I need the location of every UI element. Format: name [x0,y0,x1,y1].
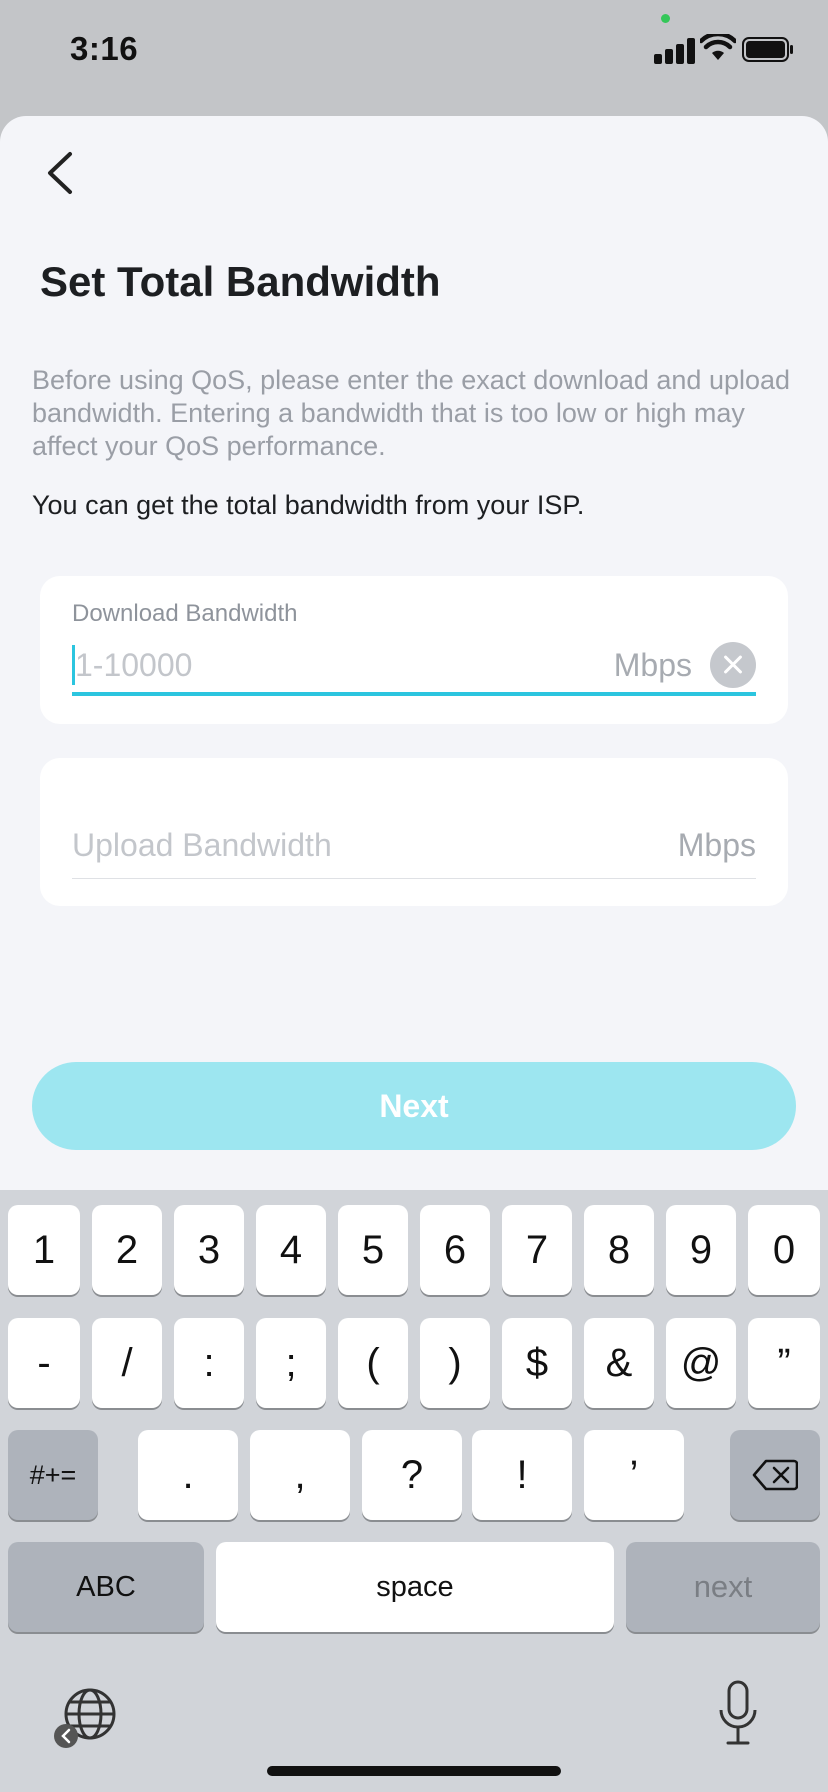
status-bar: 3:16 [0,0,828,110]
page-title: Set Total Bandwidth [40,258,441,305]
key-1[interactable]: 1 [8,1205,80,1295]
download-bandwidth-input[interactable] [75,646,604,684]
key-hyphen[interactable]: - [8,1318,80,1408]
upload-input-row: Mbps [72,818,756,872]
key-semicolon[interactable]: ; [256,1318,326,1408]
privacy-indicator-dot [661,14,670,23]
key-5[interactable]: 5 [338,1205,408,1295]
key-2[interactable]: 2 [92,1205,162,1295]
key-dollar[interactable]: $ [502,1318,572,1408]
key-apostrophe[interactable]: ’ [584,1430,684,1520]
key-next[interactable]: next [626,1542,820,1632]
key-period[interactable]: . [138,1430,238,1520]
upload-unit-label: Mbps [677,826,756,863]
home-indicator [267,1766,561,1776]
key-quote[interactable]: ” [748,1318,820,1408]
delete-key[interactable] [730,1430,820,1520]
key-slash[interactable]: / [92,1318,162,1408]
qos-description: Before using QoS, please enter the exact… [32,365,791,461]
download-unit-label: Mbps [613,646,692,683]
wifi-icon [700,34,736,60]
key-4[interactable]: 4 [256,1205,326,1295]
screen: 3:16 Set Total Bandwidth Before using Qo… [0,0,828,1792]
key-exclamation[interactable]: ! [472,1430,572,1520]
clear-input-button[interactable] [710,642,756,688]
key-open-paren[interactable]: ( [338,1318,408,1408]
key-question[interactable]: ? [362,1430,462,1520]
status-time: 3:16 [70,30,139,67]
cellular-signal-icon [654,36,706,64]
numeric-keyboard: 1 2 3 4 5 6 7 8 9 0 - / : ; ( ) $ & @ ” … [0,1190,828,1792]
key-8[interactable]: 8 [584,1205,654,1295]
download-input-row: Mbps [72,638,756,692]
key-7[interactable]: 7 [502,1205,572,1295]
microphone-icon[interactable] [718,1680,758,1750]
upload-input-underline [72,878,756,879]
key-colon[interactable]: : [174,1318,244,1408]
key-6[interactable]: 6 [420,1205,490,1295]
download-bandwidth-card: Download Bandwidth Mbps [40,576,788,724]
battery-icon [742,37,793,62]
key-abc[interactable]: ABC [8,1542,204,1632]
bandwidth-sheet: Set Total Bandwidth Before using QoS, pl… [0,116,828,1192]
key-0[interactable]: 0 [748,1205,820,1295]
upload-bandwidth-input[interactable] [72,826,668,864]
key-symbols-toggle[interactable]: #+= [8,1430,98,1520]
key-close-paren[interactable]: ) [420,1318,490,1408]
upload-bandwidth-card: Mbps [40,758,788,906]
isp-note: You can get the total bandwidth from you… [32,490,585,520]
key-at[interactable]: @ [666,1318,736,1408]
back-button[interactable] [40,146,84,200]
download-input-underline [72,692,756,696]
download-bandwidth-label: Download Bandwidth [72,600,298,627]
key-comma[interactable]: , [250,1430,350,1520]
delete-icon [752,1459,798,1491]
key-space[interactable]: space [216,1542,614,1632]
key-9[interactable]: 9 [666,1205,736,1295]
next-button[interactable]: Next [32,1062,796,1150]
globe-icon[interactable] [54,1686,118,1750]
key-ampersand[interactable]: & [584,1318,654,1408]
key-3[interactable]: 3 [174,1205,244,1295]
